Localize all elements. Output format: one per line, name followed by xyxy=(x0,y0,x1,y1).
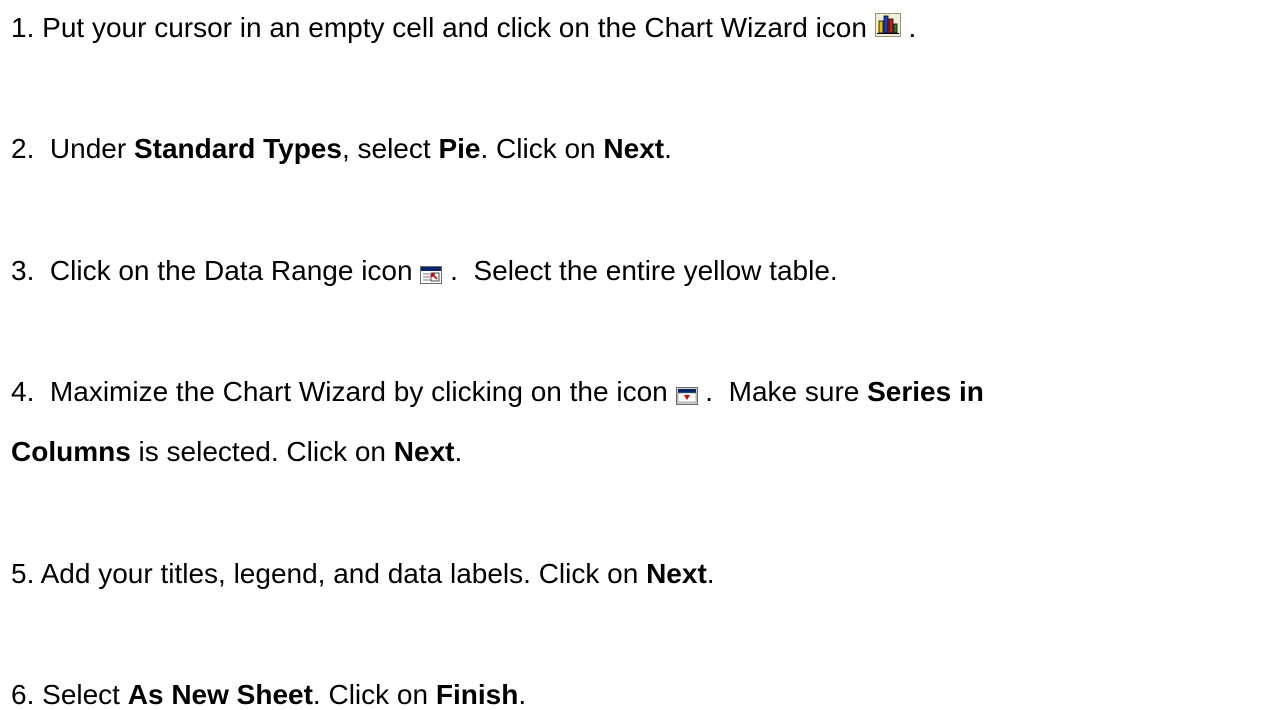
next-label: Next xyxy=(646,558,707,589)
as-new-sheet-label: As New Sheet xyxy=(127,679,313,710)
step-text: . xyxy=(664,133,672,164)
step-number: 1. xyxy=(11,12,35,43)
step-4-continued: Columns is selected. Click on Next. xyxy=(11,438,462,466)
step-text: Put your cursor in an empty cell and cli… xyxy=(34,12,875,43)
step-1: 1. Put your cursor in an empty cell and … xyxy=(11,12,917,43)
step-text: , select xyxy=(341,133,439,164)
step-5: 5. Add your titles, legend, and data lab… xyxy=(11,560,715,588)
finish-label: Finish xyxy=(435,679,519,710)
step-text: Select xyxy=(34,679,128,710)
step-text-end: . xyxy=(900,12,917,43)
step-text: . Select the entire yellow table. xyxy=(442,255,838,286)
step-number: 5. xyxy=(11,558,35,589)
step-text: Click on the Data Range icon xyxy=(34,255,421,286)
step-number: 2. xyxy=(11,133,35,164)
chart-wizard-icon xyxy=(874,12,901,37)
step-text: . Click on xyxy=(480,133,604,164)
step-text: . xyxy=(518,679,527,710)
step-6: 6. Select As New Sheet. Click on Finish. xyxy=(11,681,526,709)
step-number: 4. xyxy=(11,376,35,407)
step-text: Maximize the Chart Wizard by clicking on… xyxy=(34,376,676,407)
step-text: . Click on xyxy=(312,679,436,710)
columns-label: Columns xyxy=(11,436,131,467)
step-text: . xyxy=(454,436,463,467)
standard-types-label: Standard Types xyxy=(133,133,342,164)
step-text: is selected. Click on xyxy=(130,436,394,467)
next-label: Next xyxy=(603,133,665,164)
maximize-icon xyxy=(675,382,698,405)
next-label: Next xyxy=(393,436,455,467)
step-text: . Make sure xyxy=(697,376,868,407)
step-text: . xyxy=(706,558,715,589)
pie-label: Pie xyxy=(438,133,481,164)
step-4: 4. Maximize the Chart Wizard by clicking… xyxy=(11,378,984,406)
step-2: 2. Under Standard Types, select Pie. Cli… xyxy=(11,135,672,163)
data-range-icon xyxy=(420,261,443,284)
step-3: 3. Click on the Data Range icon . Select… xyxy=(11,257,838,285)
step-number: 3. xyxy=(11,255,35,286)
series-in-label: Series in xyxy=(867,376,984,407)
step-text: Add your titles, legend, and data labels… xyxy=(34,558,647,589)
step-text: Under xyxy=(34,133,134,164)
step-number: 6. xyxy=(11,679,35,710)
